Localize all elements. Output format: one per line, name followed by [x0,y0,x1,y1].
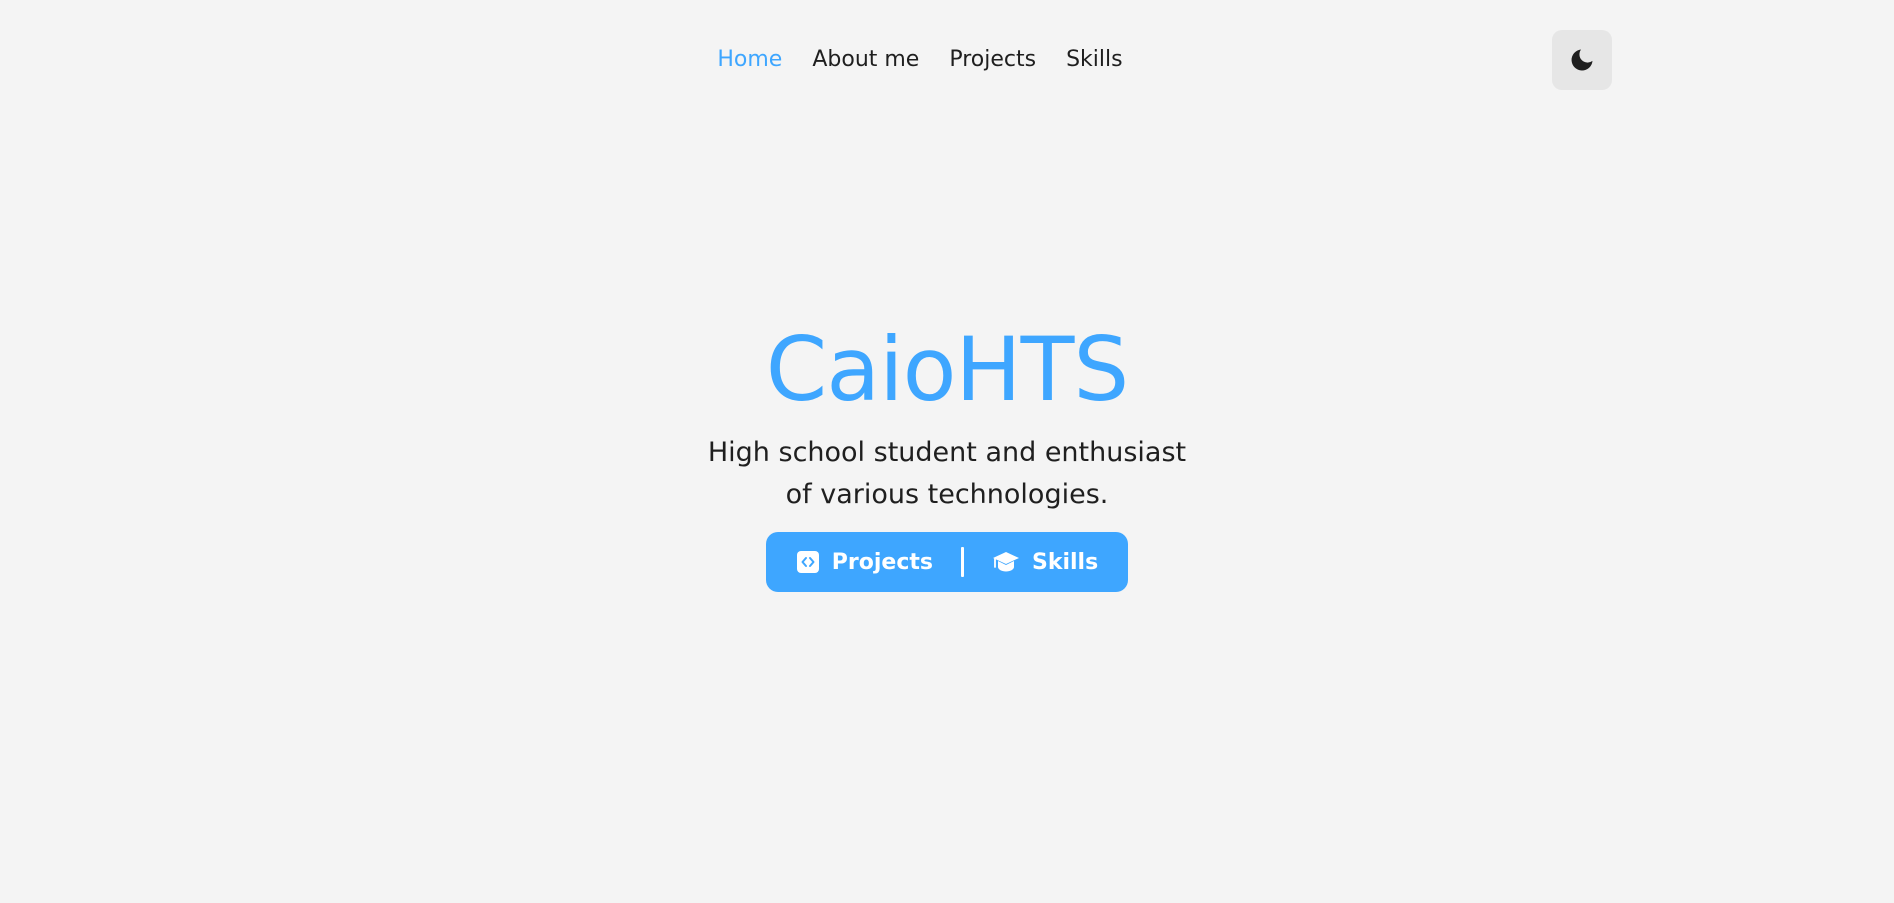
hero-title: CaioHTS [765,318,1129,421]
nav-links: Home About me Projects Skills [717,40,1122,80]
code-icon [796,550,820,574]
cta-button-group: Projects Skills [765,532,1129,592]
nav-link-about-me[interactable]: About me [812,40,919,80]
graduation-cap-icon [992,550,1020,574]
hero-section: CaioHTS High school student and enthusia… [0,316,1894,592]
projects-button[interactable]: Projects [796,550,933,575]
moon-icon [1568,46,1596,74]
nav-link-skills[interactable]: Skills [1066,40,1123,80]
projects-button-label: Projects [831,549,933,575]
theme-toggle-button[interactable] [1552,30,1612,90]
page: Home About me Projects Skills CaioHTS Hi… [0,0,1894,903]
skills-button-label: Skills [1032,549,1099,575]
nav-link-projects[interactable]: Projects [949,40,1036,80]
cta-divider [961,547,964,577]
hero-subtitle: High school student and enthusiast of va… [707,437,1187,510]
skills-button[interactable]: Skills [992,550,1098,575]
nav-link-home[interactable]: Home [717,40,782,80]
